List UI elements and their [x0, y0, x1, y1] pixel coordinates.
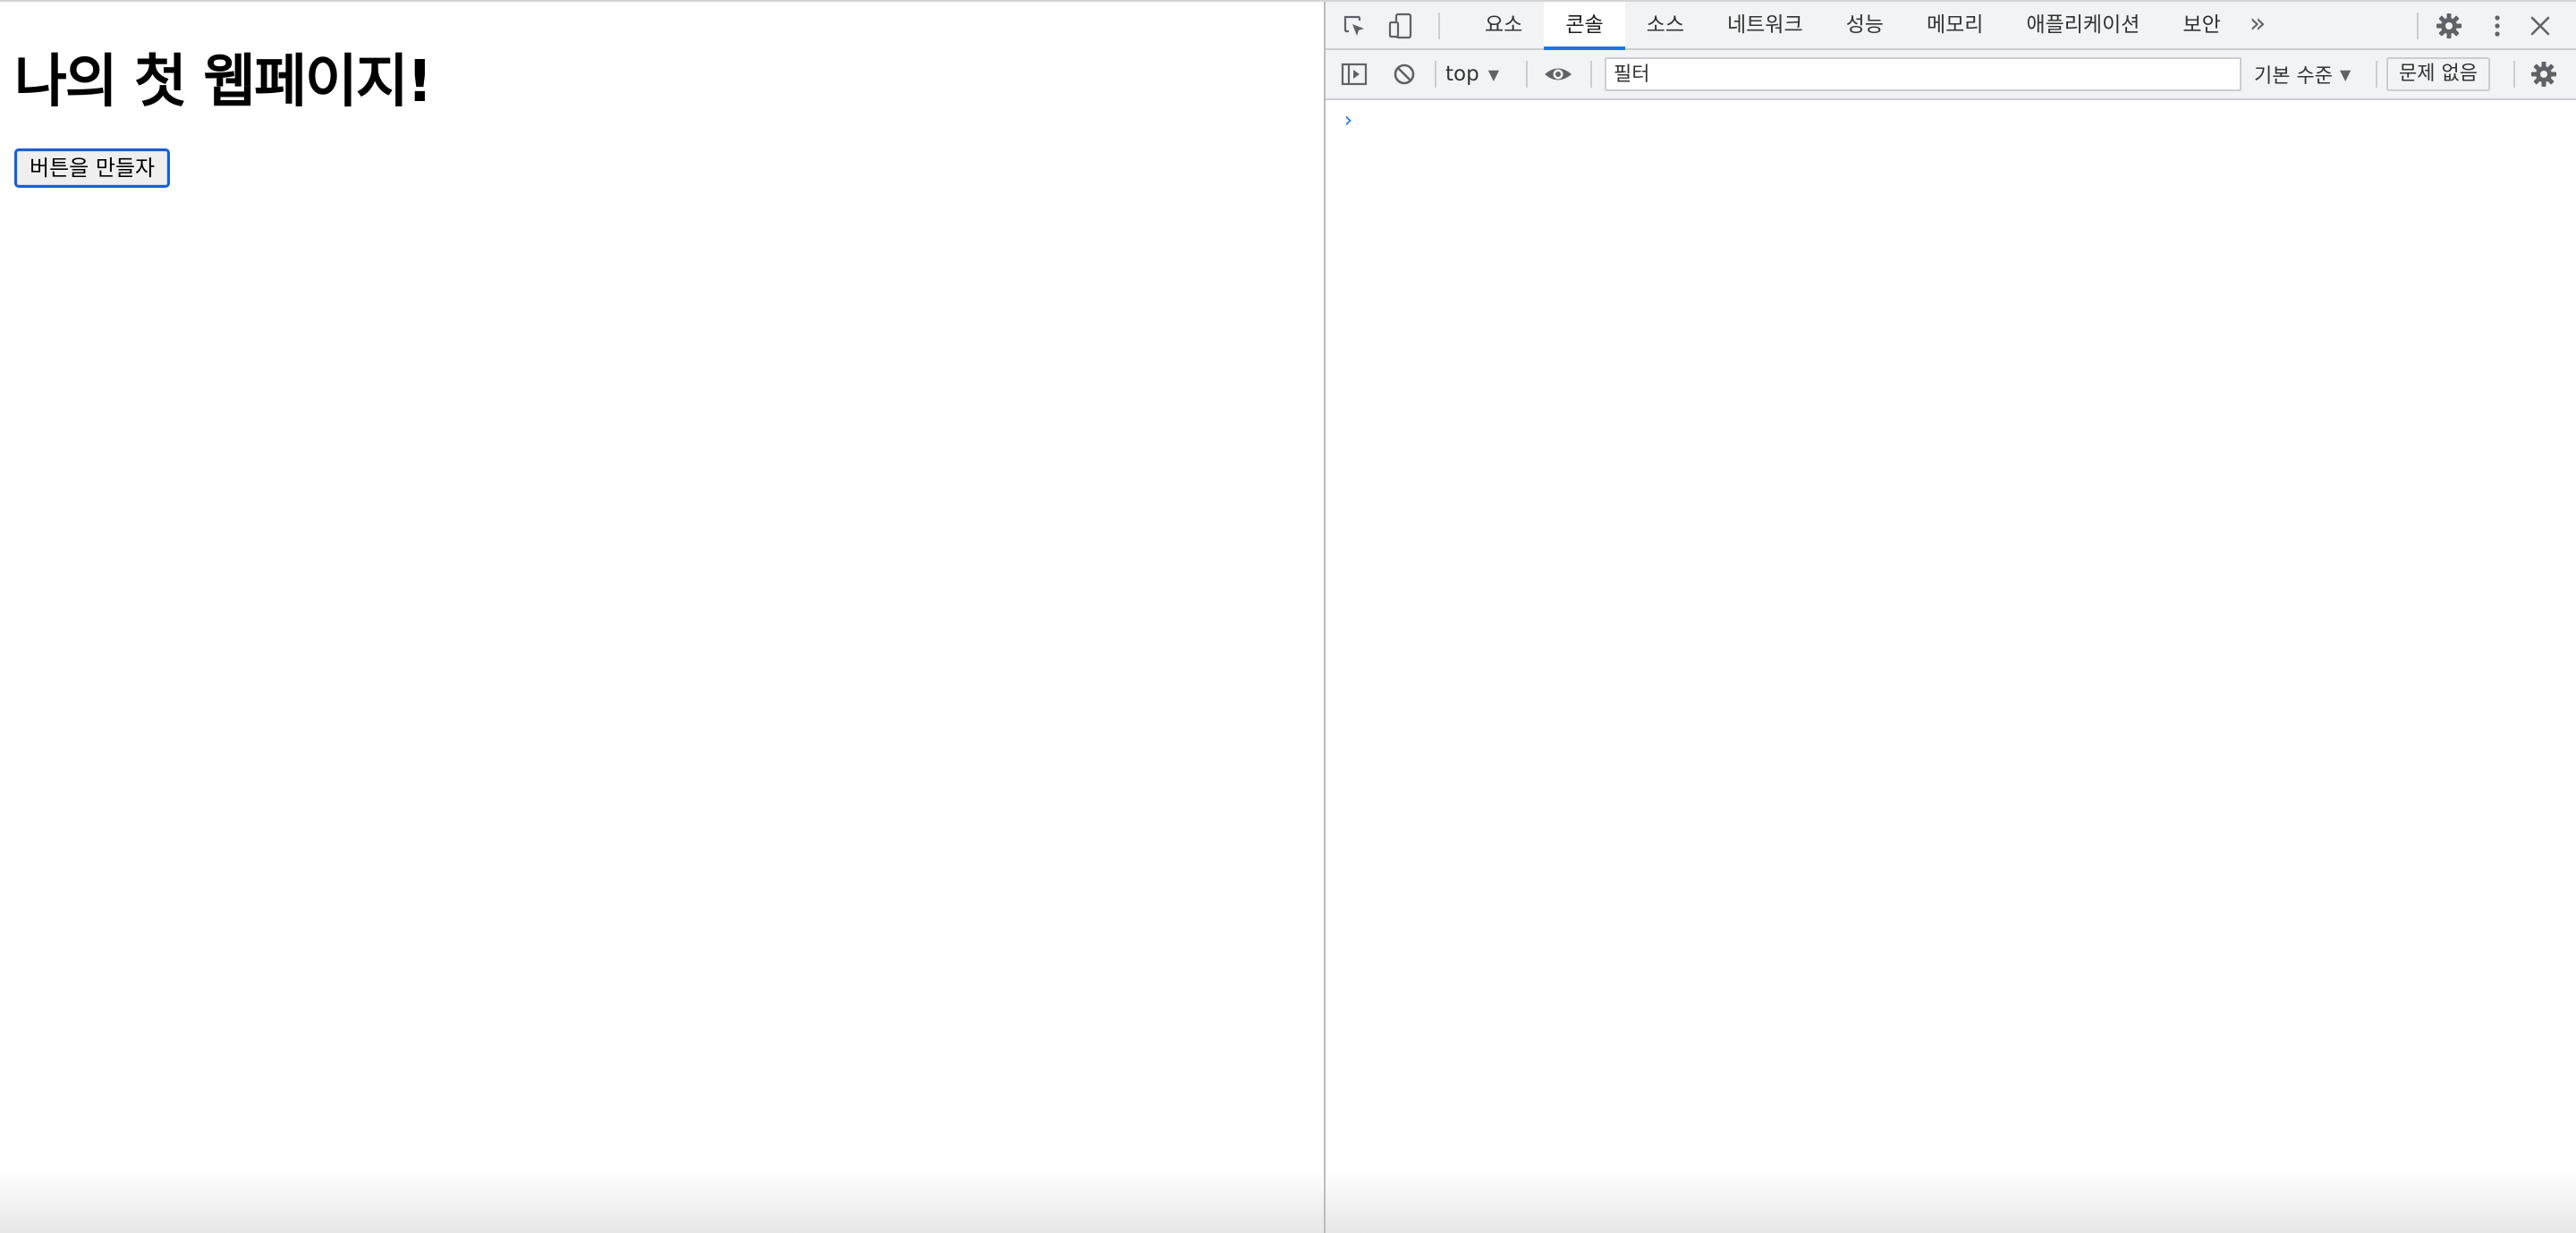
toolbar-divider [2513, 61, 2515, 88]
toolbar-divider [1435, 61, 1436, 88]
device-toolbar-icon [1388, 13, 1412, 39]
clear-console-button[interactable] [1386, 57, 1422, 91]
page-viewport: 나의 첫 웹페이지! 버튼을 만들자 [0, 2, 1324, 1233]
toolbar-divider [2376, 61, 2377, 88]
devtools-settings-button[interactable] [2431, 9, 2467, 43]
live-expression-eye-icon [1545, 68, 1572, 80]
log-levels-dropdown[interactable]: 기본 수준 ▼ [2254, 57, 2351, 91]
prompt-chevron-icon: › [1342, 107, 1355, 132]
console-sidebar-toggle[interactable] [1336, 57, 1372, 91]
inspect-element-button[interactable] [1336, 9, 1372, 43]
tab-security[interactable]: 보안 [2161, 2, 2241, 48]
clear-console-icon [1394, 63, 1415, 85]
console-filter-input[interactable] [1605, 57, 2241, 91]
kebab-menu-icon [2495, 15, 2500, 37]
more-tabs-button[interactable]: » [2241, 2, 2274, 48]
console-prompt[interactable]: › [1342, 106, 2558, 134]
device-toolbar-button[interactable] [1383, 9, 1419, 43]
devtools-tabs: 요소 콘솔 소스 네트워크 성능 메모리 애플리케이션 보안 [1463, 2, 2242, 50]
dropdown-arrow-icon: ▼ [2339, 65, 2351, 83]
devtools-main-toolbar: 요소 콘솔 소스 네트워크 성능 메모리 애플리케이션 보안 » [1326, 2, 2576, 50]
tab-network[interactable]: 네트워크 [1706, 2, 1825, 48]
javascript-context-select[interactable]: top ▼ [1445, 57, 1499, 91]
issues-button[interactable]: 문제 없음 [2386, 57, 2490, 91]
tab-elements[interactable]: 요소 [1463, 2, 1544, 48]
toolbar-divider [2417, 13, 2419, 39]
devtools-panel: 요소 콘솔 소스 네트워크 성능 메모리 애플리케이션 보안 » top ▼ 필… [1324, 2, 2576, 1233]
tab-application[interactable]: 애플리케이션 [2004, 2, 2161, 48]
toolbar-divider [1590, 61, 1592, 88]
page-heading: 나의 첫 웹페이지! [14, 49, 433, 115]
tab-memory[interactable]: 메모리 [1905, 2, 2004, 48]
customize-menu-button[interactable] [2479, 9, 2515, 43]
dropdown-arrow-icon: ▼ [1487, 65, 1500, 83]
context-value: top [1445, 63, 1479, 86]
close-icon [2530, 16, 2550, 36]
log-levels-label: 기본 수준 [2254, 65, 2333, 88]
console-settings-gear-icon [2531, 62, 2556, 87]
browser-window: 나의 첫 웹페이지! 버튼을 만들자 요소 콘솔 소스 네트워크 성능 메모리 … [0, 0, 2576, 1233]
toolbar-divider [1438, 13, 1440, 39]
console-output: › [1326, 100, 2576, 1233]
close-devtools-button[interactable] [2522, 9, 2558, 43]
sidebar-toggle-icon [1341, 63, 1368, 86]
gear-icon [2436, 13, 2462, 38]
tab-performance[interactable]: 성능 [1825, 2, 1905, 48]
create-button[interactable]: 버튼을 만들자 [14, 148, 171, 188]
tab-sources[interactable]: 소스 [1625, 2, 1706, 48]
console-settings-button[interactable] [2526, 57, 2562, 91]
console-toolbar: top ▼ 기본 수준 ▼ 문제 없음 [1326, 50, 2576, 100]
live-expression-button[interactable] [1540, 57, 1576, 91]
tab-console[interactable]: 콘솔 [1544, 2, 1625, 50]
inspect-element-icon [1343, 15, 1364, 36]
bottom-shadow [0, 1170, 1324, 1233]
toolbar-divider [1526, 61, 1528, 88]
